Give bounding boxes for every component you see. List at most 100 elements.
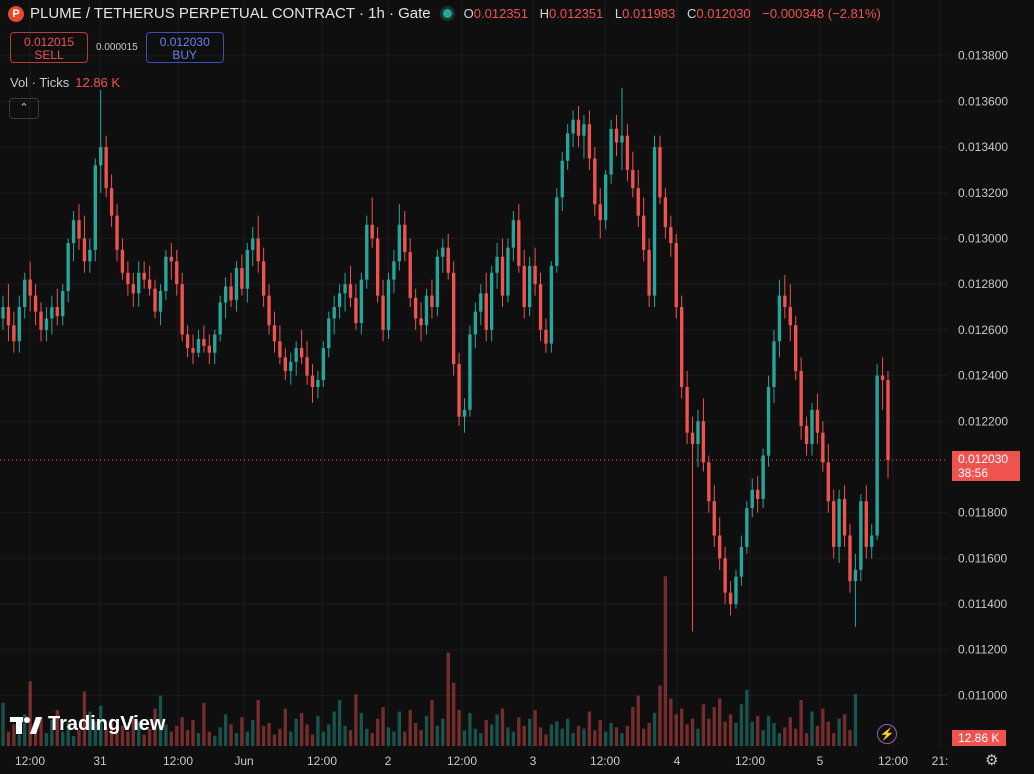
volume-bar: [783, 727, 787, 746]
candle-body: [403, 224, 407, 253]
volume-bar: [294, 718, 298, 746]
candle-body: [299, 348, 304, 358]
candle-body: [153, 288, 157, 312]
candle-body: [647, 249, 651, 296]
volume-bar: [424, 715, 429, 746]
close-value: 0.012030: [696, 6, 751, 21]
candle-body: [663, 197, 668, 228]
price-tick-label: 0.011000: [958, 688, 1007, 702]
candle-body: [522, 265, 526, 308]
volume-bar: [446, 652, 450, 746]
collapse-legend-button[interactable]: ⌃: [9, 98, 39, 119]
time-tick-label: 2: [385, 754, 392, 768]
candle-body: [50, 307, 54, 319]
candle-body: [527, 265, 532, 308]
volume-bar: [685, 724, 689, 746]
volume-bar: [196, 733, 201, 746]
candle-body: [875, 375, 879, 536]
volume-bar: [669, 698, 673, 746]
candle-body: [728, 592, 733, 605]
tradingview-wordmark: TradingView: [48, 713, 166, 735]
volume-bar: [180, 717, 184, 746]
volume-bar: [565, 718, 570, 746]
price-axis[interactable]: 0.013800 0.013600 0.013400 0.013200 0.013000…: [958, 49, 1008, 703]
time-tick-label: 5: [817, 754, 824, 768]
candle-body: [718, 535, 722, 559]
candle-body: [723, 558, 727, 593]
candle-body: [147, 279, 152, 289]
volume-bar: [620, 733, 624, 746]
time-axis[interactable]: 12:00 31 12:00 Jun 12:00 2 12:00 3 12:00 4 12:00 5 1…: [15, 754, 948, 768]
change-value: −0.000348 (−2.81%): [762, 6, 881, 21]
candle-body: [251, 238, 255, 250]
candle-body: [880, 375, 885, 381]
low-value: 0.011983: [622, 6, 676, 21]
volume-bar: [788, 717, 792, 746]
candle-body: [886, 380, 890, 461]
volume-bar: [679, 708, 684, 746]
candle-body: [348, 284, 353, 298]
volume-bar: [511, 731, 516, 746]
candle-body: [240, 268, 244, 289]
close-label: C: [687, 6, 697, 21]
volume-bar: [696, 728, 700, 746]
candle-body: [218, 302, 222, 335]
volume-bar: [316, 715, 320, 746]
volume-legend[interactable]: Vol · Ticks 12.86 K: [10, 75, 120, 90]
volume-bar: [772, 722, 776, 746]
volume-bar: [832, 733, 836, 746]
volume-bar: [647, 722, 651, 746]
candle-body: [479, 293, 483, 312]
candle-body: [131, 284, 135, 294]
volume-bar: [587, 711, 592, 746]
volume-bar: [750, 721, 754, 746]
candle-body: [696, 421, 700, 445]
time-tick-label: 3: [530, 754, 537, 768]
volume-bar: [766, 715, 771, 746]
candle-body: [99, 147, 103, 166]
volume-bar: [218, 727, 222, 746]
volume-bar: [310, 734, 315, 746]
candle-body: [370, 224, 374, 239]
settings-gear-icon[interactable]: ⚙: [985, 751, 998, 769]
volume-tag: 12.86 K: [952, 730, 1006, 746]
volume-bar: [261, 725, 266, 746]
candle-body: [679, 307, 684, 387]
candle-body: [261, 261, 266, 296]
candle-body: [289, 361, 293, 371]
volume-bar: [636, 695, 640, 746]
volume-bar: [142, 734, 146, 746]
candlestick-chart[interactable]: 0.013800 0.013600 0.013400 0.013200 0.013000…: [0, 0, 1034, 774]
time-tick-label: 4: [674, 754, 681, 768]
candle-body: [419, 318, 423, 326]
candle-body: [598, 204, 602, 221]
time-tick-label: 12:00: [735, 754, 765, 768]
sell-label: SELL: [34, 48, 64, 62]
volume-bar: [560, 728, 564, 746]
volume-bar: [397, 711, 402, 746]
tradingview-logo[interactable]: TradingView: [10, 713, 165, 736]
volume-bar: [804, 733, 809, 746]
candle-body: [272, 325, 277, 342]
volume-bar: [538, 727, 543, 746]
volume-bar: [799, 699, 803, 746]
volume-bar: [213, 735, 217, 746]
sell-button[interactable]: 0.012015 SELL: [10, 32, 88, 63]
buy-button[interactable]: 0.012030 BUY: [145, 32, 224, 63]
lightning-icon[interactable]: ⚡: [877, 724, 897, 744]
candle-body: [636, 188, 640, 216]
candle-body: [365, 224, 369, 280]
price-tick-label: 0.011200: [958, 643, 1007, 657]
volume-bar: [522, 725, 526, 746]
volume-bar: [517, 717, 521, 746]
volume-bar: [598, 720, 602, 746]
candle-body: [500, 256, 505, 296]
candle-body: [712, 501, 716, 536]
volume-bar: [175, 725, 179, 746]
time-tick-label: 21:: [932, 754, 949, 768]
candle-body: [202, 339, 206, 346]
symbol-title[interactable]: PLUME / TETHERUS PERPETUAL CONTRACT · 1h…: [30, 5, 431, 22]
candle-body: [690, 432, 695, 445]
volume-legend-value: 12.86 K: [75, 75, 121, 90]
volume-bar: [723, 721, 727, 746]
